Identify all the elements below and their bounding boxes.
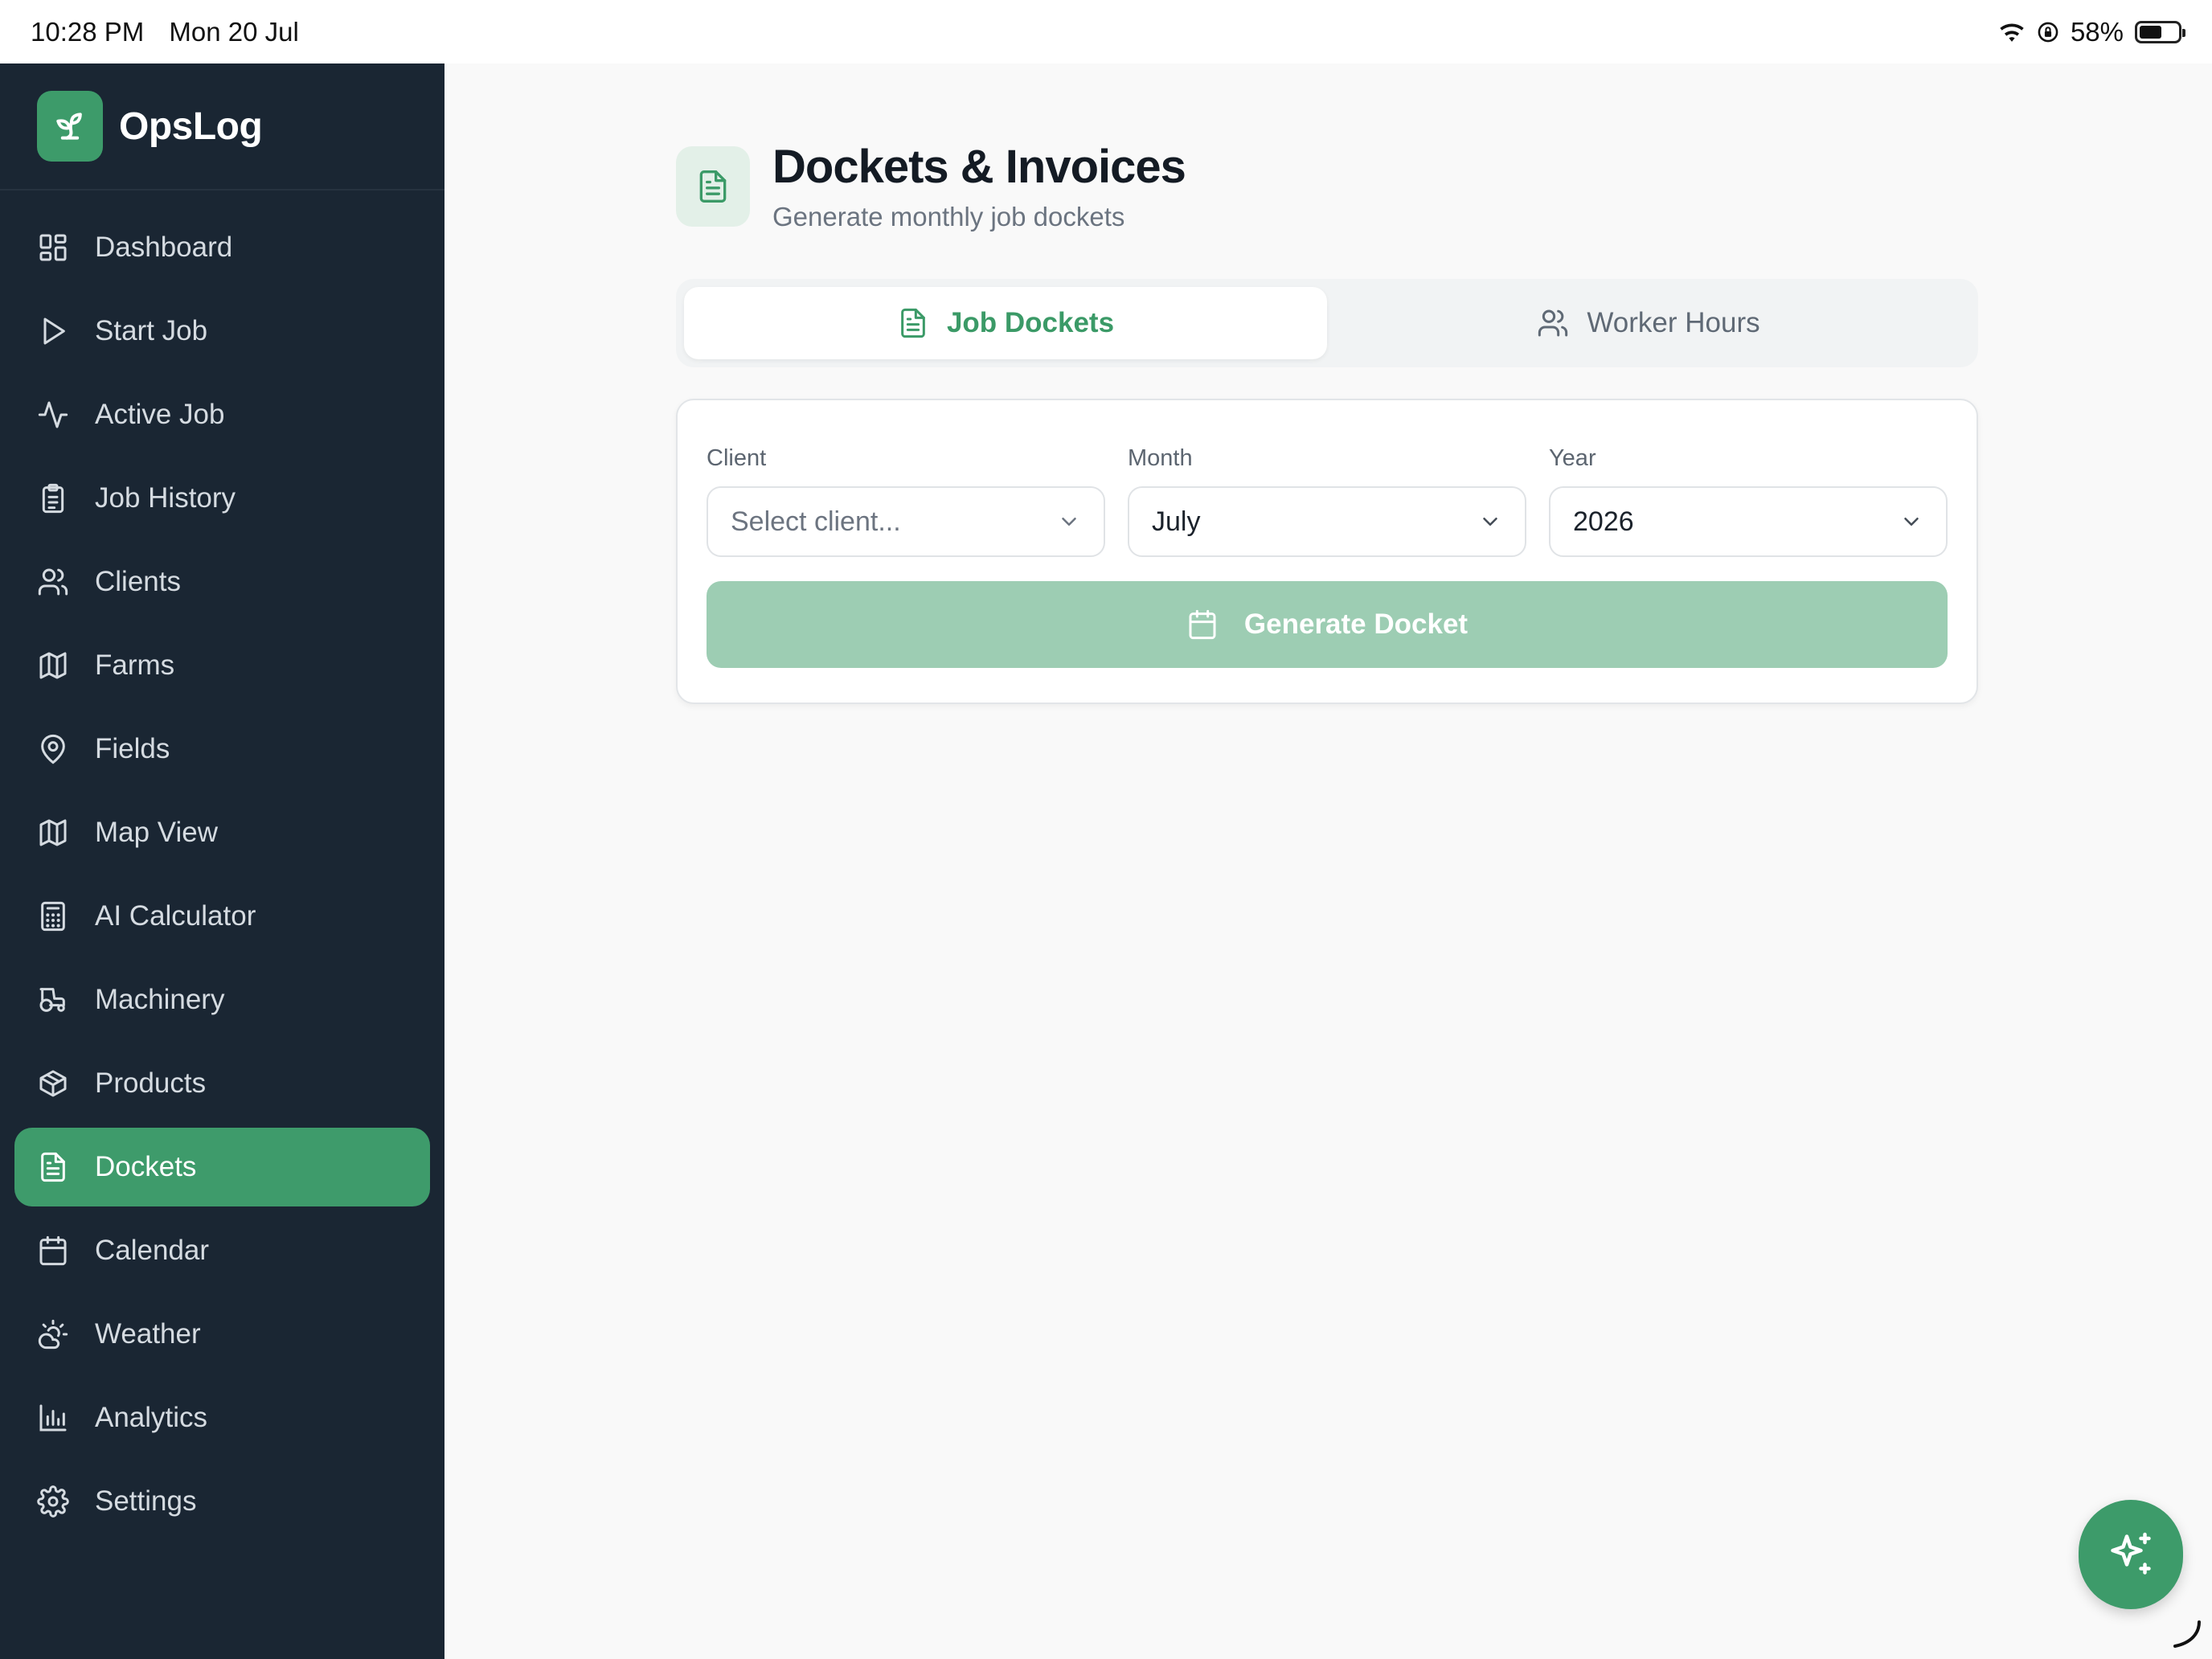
- status-bar-right: 58%: [1998, 16, 2185, 47]
- sidebar-item-active-job[interactable]: Active Job: [14, 375, 430, 454]
- month-field: Month July: [1128, 445, 1526, 557]
- map-icon: [37, 817, 69, 849]
- sidebar-item-settings[interactable]: Settings: [14, 1462, 430, 1541]
- tab-job-dockets[interactable]: Job Dockets: [684, 287, 1327, 359]
- file-text-icon: [676, 145, 750, 227]
- tab-label: Job Dockets: [946, 307, 1115, 338]
- users-icon: [37, 566, 69, 598]
- orientation-lock-icon: [2037, 21, 2059, 43]
- page-subtitle: Generate monthly job dockets: [772, 202, 1125, 231]
- sidebar-item-label: Calendar: [95, 1235, 210, 1266]
- page-header: Dockets & Invoices Generate monthly job …: [676, 140, 1186, 232]
- sidebar-item-job-history[interactable]: Job History: [14, 459, 430, 538]
- battery-percent: 58%: [2070, 16, 2124, 47]
- status-time: 10:28 PM: [31, 16, 145, 47]
- resize-handle-icon: [2170, 1617, 2202, 1649]
- year-value: 2026: [1573, 506, 1634, 537]
- map-icon: [37, 649, 69, 682]
- month-select[interactable]: July: [1128, 486, 1526, 557]
- sidebar-item-label: Fields: [95, 733, 170, 764]
- sidebar-item-calendar[interactable]: Calendar: [14, 1211, 430, 1290]
- sidebar-item-ai-calculator[interactable]: AI Calculator: [14, 877, 430, 956]
- package-icon: [37, 1067, 69, 1100]
- sidebar-item-weather[interactable]: Weather: [14, 1295, 430, 1374]
- month-label: Month: [1128, 445, 1193, 471]
- status-bar: 10:28 PM Mon 20 Jul 58%: [0, 0, 2212, 63]
- main-content: Dockets & Invoices Generate monthly job …: [444, 63, 2212, 1659]
- sparkles-icon: [2107, 1530, 2155, 1579]
- client-label: Client: [707, 445, 767, 471]
- year-label: Year: [1549, 445, 1596, 471]
- sidebar-item-label: Dockets: [95, 1151, 197, 1182]
- wifi-icon: [1998, 21, 2026, 43]
- sprout-icon: [37, 91, 103, 162]
- sidebar-item-label: Farms: [95, 649, 175, 681]
- client-placeholder: Select client...: [731, 506, 901, 537]
- docket-form-card: Client Select client... Month July Year …: [676, 399, 1978, 704]
- file-text-icon: [37, 1151, 69, 1183]
- calculator-icon: [37, 900, 69, 932]
- sidebar-item-farms[interactable]: Farms: [14, 626, 430, 705]
- sidebar-item-dockets[interactable]: Dockets: [14, 1128, 430, 1206]
- sidebar-item-label: AI Calculator: [95, 900, 256, 932]
- tab-worker-hours[interactable]: Worker Hours: [1327, 287, 1970, 359]
- app-name: OpsLog: [119, 104, 263, 148]
- sidebar-item-machinery[interactable]: Machinery: [14, 961, 430, 1039]
- tab-label: Worker Hours: [1587, 307, 1760, 338]
- map-pin-icon: [37, 733, 69, 765]
- sidebar-item-label: Start Job: [95, 315, 208, 346]
- generate-docket-button[interactable]: Generate Docket: [707, 581, 1948, 668]
- sidebar-item-label: Weather: [95, 1318, 201, 1350]
- sidebar-item-label: Settings: [95, 1485, 197, 1517]
- sidebar: OpsLog Dashboard Start Job Active Job Jo…: [0, 63, 444, 1659]
- ai-assistant-button[interactable]: [2079, 1500, 2183, 1609]
- sidebar-nav: Dashboard Start Job Active Job Job Histo…: [0, 190, 444, 1541]
- sidebar-item-products[interactable]: Products: [14, 1044, 430, 1123]
- page-title: Dockets & Invoices: [772, 141, 1186, 193]
- chevron-down-icon: [1899, 510, 1923, 534]
- sidebar-item-label: Active Job: [95, 399, 225, 430]
- battery-icon: [2135, 20, 2185, 43]
- sidebar-item-map-view[interactable]: Map View: [14, 793, 430, 872]
- brand: OpsLog: [0, 63, 444, 190]
- sidebar-item-label: Map View: [95, 817, 219, 848]
- generate-docket-label: Generate Docket: [1243, 608, 1469, 640]
- calendar-icon: [37, 1235, 69, 1267]
- activity-icon: [37, 399, 69, 431]
- sidebar-item-label: Products: [95, 1067, 207, 1099]
- sidebar-item-clients[interactable]: Clients: [14, 543, 430, 621]
- sun-cloud-icon: [37, 1318, 69, 1350]
- dashboard-grid-icon: [37, 231, 69, 264]
- chevron-down-icon: [1478, 510, 1502, 534]
- play-icon: [37, 315, 69, 347]
- client-field: Client Select client...: [707, 445, 1105, 557]
- gear-icon: [37, 1485, 69, 1518]
- sidebar-item-dashboard[interactable]: Dashboard: [14, 208, 430, 287]
- sidebar-item-label: Job History: [95, 482, 236, 514]
- sidebar-item-label: Clients: [95, 566, 181, 597]
- sidebar-item-label: Machinery: [95, 984, 225, 1015]
- year-select[interactable]: 2026: [1549, 486, 1948, 557]
- calendar-icon: [1186, 608, 1219, 641]
- sidebar-item-analytics[interactable]: Analytics: [14, 1378, 430, 1457]
- status-date: Mon 20 Jul: [169, 16, 299, 47]
- sidebar-item-start-job[interactable]: Start Job: [14, 292, 430, 371]
- tractor-icon: [37, 984, 69, 1016]
- file-text-icon: [897, 307, 929, 339]
- sidebar-item-fields[interactable]: Fields: [14, 710, 430, 789]
- chevron-down-icon: [1057, 510, 1081, 534]
- client-select[interactable]: Select client...: [707, 486, 1105, 557]
- year-field: Year 2026: [1549, 445, 1948, 557]
- status-bar-left: 10:28 PM Mon 20 Jul: [31, 17, 317, 47]
- form-fields: Client Select client... Month July Year …: [707, 445, 1948, 557]
- month-value: July: [1152, 506, 1201, 537]
- clipboard-list-icon: [37, 482, 69, 514]
- users-icon: [1537, 307, 1569, 339]
- sidebar-item-label: Analytics: [95, 1402, 208, 1433]
- bar-chart-icon: [37, 1402, 69, 1434]
- sidebar-item-label: Dashboard: [95, 231, 233, 263]
- tab-bar: Job Dockets Worker Hours: [676, 279, 1978, 367]
